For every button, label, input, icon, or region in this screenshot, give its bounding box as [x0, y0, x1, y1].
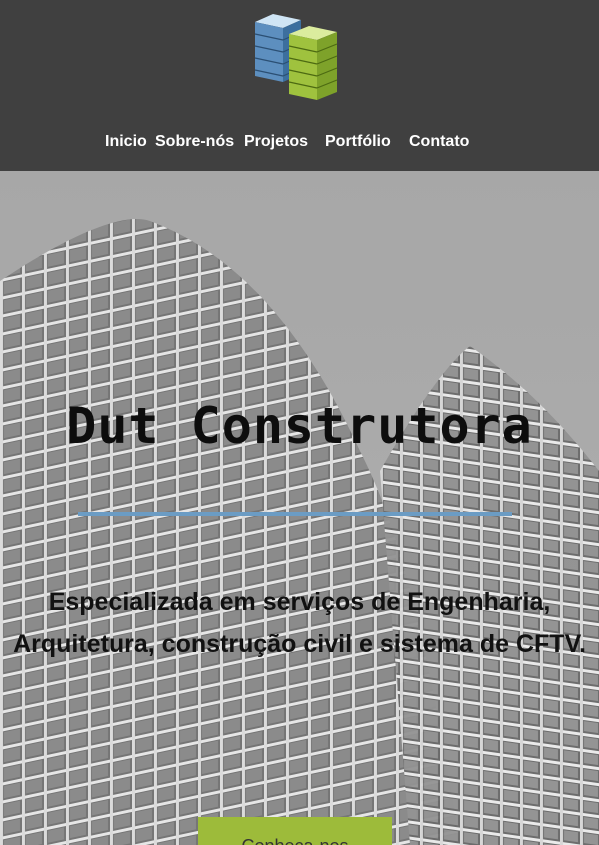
- nav-link-sobre-nos[interactable]: Sobre-nós: [155, 131, 234, 153]
- nav-link-projetos[interactable]: Projetos: [244, 131, 308, 153]
- nav-link-contato[interactable]: Contato: [409, 131, 469, 153]
- hero-overlay: [0, 171, 599, 845]
- hero-divider: [78, 512, 512, 516]
- nav-link-inicio[interactable]: Inicio: [105, 131, 147, 153]
- cta-button[interactable]: Conheça-nos: [198, 817, 392, 845]
- nav-link-portfolio[interactable]: Portfólio: [325, 131, 391, 153]
- hero-title: Dut Construtora: [66, 397, 533, 455]
- stacked-buildings-logo-icon[interactable]: [253, 12, 339, 102]
- main-nav: Inicio Sobre-nós Projetos Portfólio Cont…: [0, 131, 599, 155]
- hero-subtitle: Especializada em serviços de Engenharia,…: [13, 588, 586, 658]
- hero-section: Dut Construtora Especializada em serviço…: [0, 171, 599, 845]
- site-header: Inicio Sobre-nós Projetos Portfólio Cont…: [0, 0, 599, 171]
